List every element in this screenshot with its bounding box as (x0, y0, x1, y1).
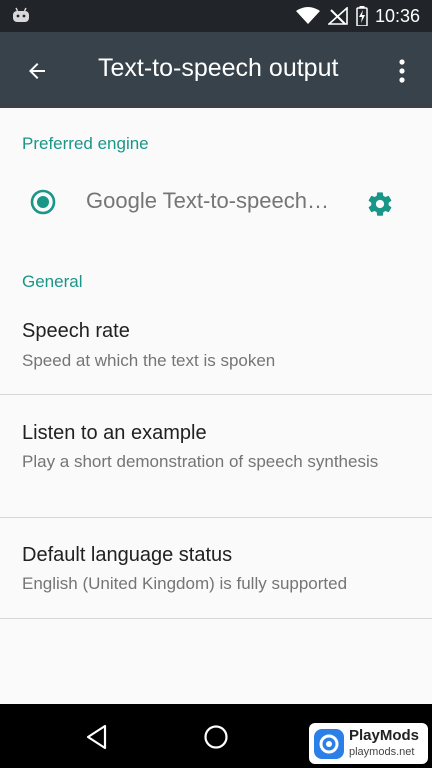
status-time: 10:36 (374, 6, 420, 26)
radio-selected-icon[interactable] (29, 188, 57, 216)
speech-rate-item[interactable]: Speech rate Speed at which the text is s… (0, 308, 432, 394)
language-status-title: Default language status (22, 544, 233, 566)
more-vert-icon (399, 59, 405, 83)
back-button[interactable] (14, 48, 60, 94)
listen-example-summary: Play a short demonstration of speech syn… (22, 452, 379, 471)
overflow-menu-button[interactable] (384, 48, 420, 94)
playmods-watermark: PlayMods playmods.net (309, 723, 428, 764)
settings-list: Preferred engine Google Text-to-speech E… (0, 108, 432, 704)
engine-row[interactable]: Google Text-to-speech Engine (0, 166, 432, 236)
gear-icon (368, 192, 392, 216)
nav-back-button[interactable] (80, 720, 114, 754)
speech-rate-title: Speech rate (22, 320, 130, 342)
wifi-icon (296, 7, 320, 24)
playmods-logo (314, 729, 344, 759)
arrow-back-icon (29, 63, 45, 79)
engine-label: Google Text-to-speech Engine (86, 188, 334, 213)
listen-example-item[interactable]: Listen to an example Play a short demons… (0, 395, 432, 517)
page-title: Text-to-speech output (98, 54, 339, 82)
home-circle-icon (204, 725, 228, 749)
back-triangle-icon (86, 724, 107, 750)
language-status-item[interactable]: Default language status English (United … (0, 518, 432, 618)
speech-rate-summary: Speed at which the text is spoken (22, 351, 276, 370)
watermark-url: playmods.net (349, 746, 415, 758)
android-icon (13, 7, 29, 22)
signal-off-icon (328, 7, 348, 25)
general-heading: General (22, 272, 83, 291)
battery-charging-icon (356, 6, 368, 26)
watermark-name: PlayMods (349, 727, 420, 744)
status-bar: 10:36 (0, 0, 432, 32)
engine-settings-button[interactable] (362, 186, 398, 222)
language-status-summary: English (United Kingdom) is fully suppor… (22, 574, 348, 593)
app-bar: Text-to-speech output (0, 32, 432, 108)
preferred-engine-heading: Preferred engine (22, 134, 149, 153)
divider (0, 618, 432, 619)
nav-home-button[interactable] (199, 720, 233, 754)
listen-example-title: Listen to an example (22, 422, 207, 444)
